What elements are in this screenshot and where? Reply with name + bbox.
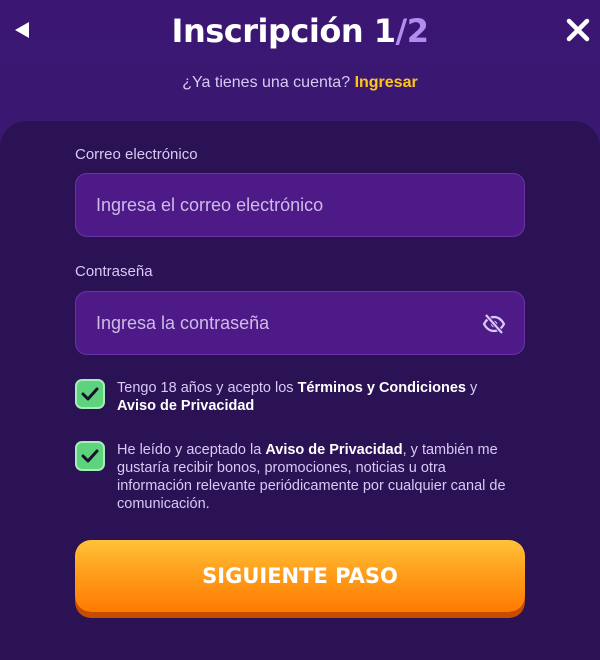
- terms-text: Tengo 18 años y acepto los Términos y Co…: [117, 379, 517, 415]
- eye-slash-icon[interactable]: [482, 312, 506, 336]
- login-prompt: ¿Ya tienes una cuenta? Ingresar: [0, 74, 600, 92]
- terms-checkbox[interactable]: [75, 379, 105, 409]
- privacy-link[interactable]: Aviso de Privacidad: [117, 398, 254, 414]
- marketing-text: He leído y aceptado la Aviso de Privacid…: [117, 441, 517, 513]
- step-current: 1: [373, 12, 396, 50]
- title-text: Inscripción: [171, 12, 364, 50]
- marketing-privacy-link[interactable]: Aviso de Privacidad: [265, 442, 402, 458]
- terms-text-and: y: [465, 380, 478, 396]
- close-icon[interactable]: [564, 16, 592, 44]
- header: Inscripción 1/2 ¿Ya tienes una cuenta? I…: [0, 0, 600, 140]
- terms-text-start: Tengo 18 años y acepto los: [117, 380, 298, 396]
- password-input[interactable]: [96, 292, 496, 354]
- page-title: Inscripción 1/2: [0, 12, 600, 50]
- login-link[interactable]: Ingresar: [355, 74, 418, 91]
- step-total: 2: [406, 12, 429, 50]
- check-icon: [81, 449, 99, 463]
- password-label: Contraseña: [75, 263, 153, 280]
- step-separator: /: [395, 12, 408, 50]
- email-field-box: [75, 173, 525, 237]
- next-step-button[interactable]: SIGUIENTE PASO: [75, 540, 525, 612]
- marketing-text-start: He leído y aceptado la: [117, 442, 266, 458]
- email-input[interactable]: [96, 174, 496, 236]
- password-field-box: [75, 291, 525, 355]
- email-label: Correo electrónico: [75, 146, 198, 163]
- terms-link[interactable]: Términos y Condiciones: [298, 380, 466, 396]
- marketing-checkbox[interactable]: [75, 441, 105, 471]
- check-icon: [81, 387, 99, 401]
- login-question: ¿Ya tienes una cuenta?: [182, 74, 351, 91]
